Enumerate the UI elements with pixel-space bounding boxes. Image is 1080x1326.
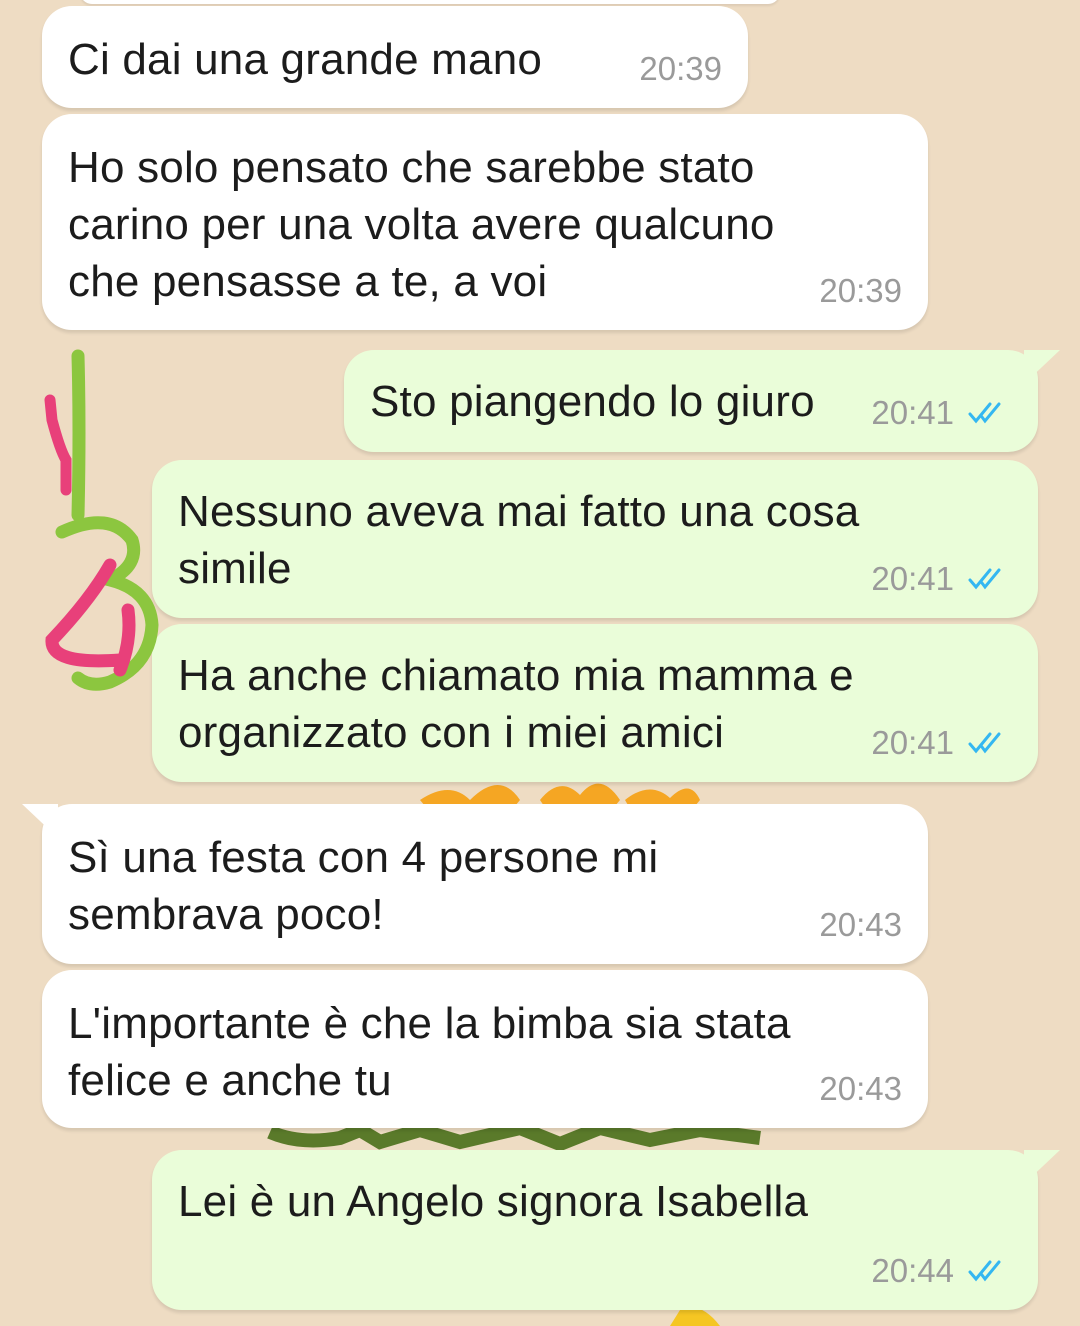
message-timestamp: 20:44 [871, 1252, 954, 1289]
message-text: Lei è un Angelo signora Isabella [178, 1177, 809, 1226]
message-line: simile [178, 544, 292, 593]
incoming-message[interactable]: Sì una festa con 4 persone mi sembrava p… [22, 804, 928, 964]
message-timestamp: 20:43 [819, 1070, 902, 1107]
double-check-read-icon [968, 1260, 1001, 1282]
double-check-read-icon [968, 568, 1001, 590]
message-line: L'importante è che la bimba sia stata [68, 999, 791, 1048]
outgoing-message[interactable]: Lei è un Angelo signora Isabella 20:44 [152, 1150, 1060, 1310]
message-line: che pensasse a te, a voi [68, 257, 548, 306]
message-meta: 20:41 [871, 394, 1012, 432]
double-check-read-icon [968, 402, 1001, 424]
message-text: Ha anche chiamato mia mamma e organizzat… [152, 624, 854, 761]
incoming-message[interactable]: L'importante è che la bimba sia stata fe… [42, 970, 928, 1128]
message-meta: 20:44 [871, 1252, 1012, 1290]
message-meta: 20:43 [819, 1070, 902, 1108]
message-line: sembrava poco! [68, 890, 384, 939]
message-timestamp: 20:43 [819, 906, 902, 943]
incoming-message[interactable]: Ci dai una grande mano 20:39 [42, 6, 748, 108]
message-text: Nessuno aveva mai fatto una cosa simile [152, 460, 859, 597]
message-line: carino per una volta avere qualcuno [68, 200, 775, 249]
outgoing-message[interactable]: Ha anche chiamato mia mamma e organizzat… [152, 624, 1038, 782]
previous-message-edge [80, 0, 780, 4]
message-text: Ho solo pensato che sarebbe stato carino… [42, 114, 775, 310]
message-timestamp: 20:41 [871, 394, 954, 431]
message-timestamp: 20:39 [639, 50, 722, 87]
message-timestamp: 20:41 [871, 724, 954, 761]
message-line: felice e anche tu [68, 1056, 392, 1105]
message-text: Sto piangendo lo giuro [370, 377, 815, 426]
message-text: L'importante è che la bimba sia stata fe… [42, 970, 791, 1109]
message-line: organizzato con i miei amici [178, 708, 725, 757]
message-text: Ci dai una grande mano [68, 35, 543, 84]
message-line: Ha anche chiamato mia mamma e [178, 651, 854, 700]
message-meta: 20:41 [871, 724, 1012, 762]
outgoing-message[interactable]: Sto piangendo lo giuro 20:41 [344, 350, 1060, 452]
incoming-message[interactable]: Ho solo pensato che sarebbe stato carino… [42, 114, 928, 330]
message-meta: 20:39 [639, 50, 722, 88]
message-timestamp: 20:41 [871, 560, 954, 597]
message-meta: 20:39 [819, 272, 902, 310]
outgoing-message[interactable]: Nessuno aveva mai fatto una cosa simile … [152, 460, 1038, 618]
message-line: Sì una festa con 4 persone mi [68, 833, 659, 882]
message-line: Nessuno aveva mai fatto una cosa [178, 487, 860, 536]
message-meta: 20:41 [871, 560, 1012, 598]
message-meta: 20:43 [819, 906, 902, 944]
message-text: Sì una festa con 4 persone mi sembrava p… [42, 804, 658, 943]
double-check-read-icon [968, 732, 1001, 754]
message-line: Ho solo pensato che sarebbe stato [68, 143, 755, 192]
message-timestamp: 20:39 [819, 272, 902, 309]
